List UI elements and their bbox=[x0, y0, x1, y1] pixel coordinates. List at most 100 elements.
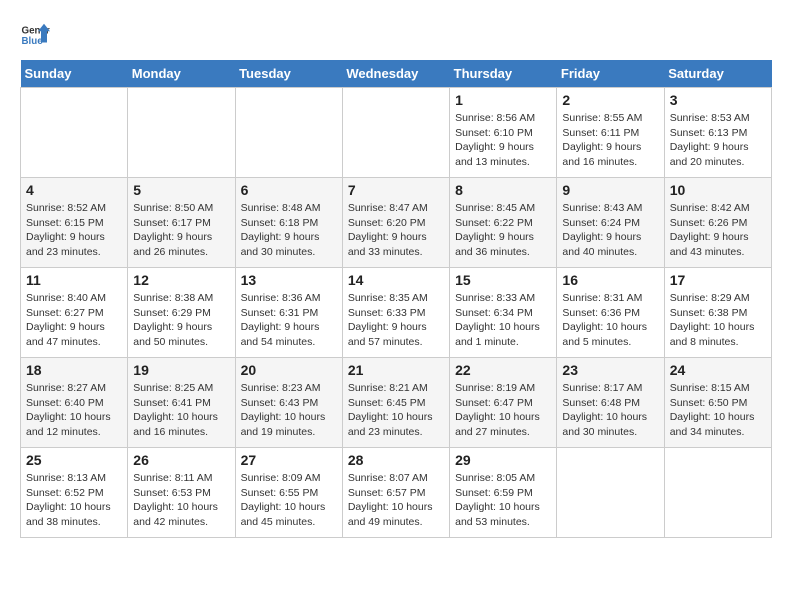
day-number: 5 bbox=[133, 182, 229, 198]
weekday-header-monday: Monday bbox=[128, 60, 235, 88]
calendar-cell bbox=[128, 88, 235, 178]
day-info: Sunrise: 8:25 AMSunset: 6:41 PMDaylight:… bbox=[133, 381, 229, 440]
week-row-5: 25 Sunrise: 8:13 AMSunset: 6:52 PMDayligh… bbox=[21, 448, 772, 538]
day-number: 12 bbox=[133, 272, 229, 288]
day-info: Sunrise: 8:35 AMSunset: 6:33 PMDaylight:… bbox=[348, 291, 444, 350]
calendar-cell: 23 Sunrise: 8:17 AMSunset: 6:48 PMDayligh… bbox=[557, 358, 664, 448]
day-info: Sunrise: 8:43 AMSunset: 6:24 PMDaylight:… bbox=[562, 201, 658, 260]
day-number: 15 bbox=[455, 272, 551, 288]
weekday-header-thursday: Thursday bbox=[450, 60, 557, 88]
day-number: 3 bbox=[670, 92, 766, 108]
day-number: 9 bbox=[562, 182, 658, 198]
day-info: Sunrise: 8:11 AMSunset: 6:53 PMDaylight:… bbox=[133, 471, 229, 530]
day-info: Sunrise: 8:21 AMSunset: 6:45 PMDaylight:… bbox=[348, 381, 444, 440]
day-number: 25 bbox=[26, 452, 122, 468]
day-number: 21 bbox=[348, 362, 444, 378]
day-number: 7 bbox=[348, 182, 444, 198]
weekday-header-saturday: Saturday bbox=[664, 60, 771, 88]
weekday-header-tuesday: Tuesday bbox=[235, 60, 342, 88]
calendar-cell: 18 Sunrise: 8:27 AMSunset: 6:40 PMDayligh… bbox=[21, 358, 128, 448]
day-number: 20 bbox=[241, 362, 337, 378]
day-info: Sunrise: 8:47 AMSunset: 6:20 PMDaylight:… bbox=[348, 201, 444, 260]
page-header: General Blue bbox=[20, 20, 772, 50]
calendar-cell: 19 Sunrise: 8:25 AMSunset: 6:41 PMDayligh… bbox=[128, 358, 235, 448]
day-number: 11 bbox=[26, 272, 122, 288]
week-row-4: 18 Sunrise: 8:27 AMSunset: 6:40 PMDayligh… bbox=[21, 358, 772, 448]
day-info: Sunrise: 8:52 AMSunset: 6:15 PMDaylight:… bbox=[26, 201, 122, 260]
day-number: 19 bbox=[133, 362, 229, 378]
svg-text:Blue: Blue bbox=[22, 36, 44, 47]
day-info: Sunrise: 8:23 AMSunset: 6:43 PMDaylight:… bbox=[241, 381, 337, 440]
day-info: Sunrise: 8:53 AMSunset: 6:13 PMDaylight:… bbox=[670, 111, 766, 170]
calendar-cell: 5Sunrise: 8:50 AMSunset: 6:17 PMDaylight… bbox=[128, 178, 235, 268]
day-info: Sunrise: 8:09 AMSunset: 6:55 PMDaylight:… bbox=[241, 471, 337, 530]
day-number: 23 bbox=[562, 362, 658, 378]
calendar-cell: 4 Sunrise: 8:52 AMSunset: 6:15 PMDaylight… bbox=[21, 178, 128, 268]
day-number: 10 bbox=[670, 182, 766, 198]
calendar-cell: 9 Sunrise: 8:43 AMSunset: 6:24 PMDaylight… bbox=[557, 178, 664, 268]
logo: General Blue bbox=[20, 20, 50, 50]
calendar-cell: 12 Sunrise: 8:38 AMSunset: 6:29 PMDayligh… bbox=[128, 268, 235, 358]
day-number: 29 bbox=[455, 452, 551, 468]
calendar-cell bbox=[342, 88, 449, 178]
day-number: 6 bbox=[241, 182, 337, 198]
day-info: Sunrise: 8:36 AMSunset: 6:31 PMDaylight:… bbox=[241, 291, 337, 350]
calendar-cell: 2Sunrise: 8:55 AMSunset: 6:11 PMDaylight… bbox=[557, 88, 664, 178]
calendar-cell: 10 Sunrise: 8:42 AMSunset: 6:26 PMDayligh… bbox=[664, 178, 771, 268]
day-info: Sunrise: 8:17 AMSunset: 6:48 PMDaylight:… bbox=[562, 381, 658, 440]
day-number: 27 bbox=[241, 452, 337, 468]
week-row-2: 4 Sunrise: 8:52 AMSunset: 6:15 PMDaylight… bbox=[21, 178, 772, 268]
calendar-cell: 20 Sunrise: 8:23 AMSunset: 6:43 PMDayligh… bbox=[235, 358, 342, 448]
calendar-cell: 15 Sunrise: 8:33 AMSunset: 6:34 PMDayligh… bbox=[450, 268, 557, 358]
day-info: Sunrise: 8:38 AMSunset: 6:29 PMDaylight:… bbox=[133, 291, 229, 350]
weekday-header-row: SundayMondayTuesdayWednesdayThursdayFrid… bbox=[21, 60, 772, 88]
day-info: Sunrise: 8:48 AMSunset: 6:18 PMDaylight:… bbox=[241, 201, 337, 260]
weekday-header-wednesday: Wednesday bbox=[342, 60, 449, 88]
day-number: 8 bbox=[455, 182, 551, 198]
calendar-cell: 8 Sunrise: 8:45 AMSunset: 6:22 PMDaylight… bbox=[450, 178, 557, 268]
day-info: Sunrise: 8:05 AMSunset: 6:59 PMDaylight:… bbox=[455, 471, 551, 530]
calendar-cell: 17 Sunrise: 8:29 AMSunset: 6:38 PMDayligh… bbox=[664, 268, 771, 358]
calendar-cell: 11 Sunrise: 8:40 AMSunset: 6:27 PMDayligh… bbox=[21, 268, 128, 358]
day-info: Sunrise: 8:31 AMSunset: 6:36 PMDaylight:… bbox=[562, 291, 658, 350]
calendar-cell: 22 Sunrise: 8:19 AMSunset: 6:47 PMDayligh… bbox=[450, 358, 557, 448]
calendar-cell bbox=[664, 448, 771, 538]
weekday-header-sunday: Sunday bbox=[21, 60, 128, 88]
day-info: Sunrise: 8:45 AMSunset: 6:22 PMDaylight:… bbox=[455, 201, 551, 260]
calendar-cell: 13 Sunrise: 8:36 AMSunset: 6:31 PMDayligh… bbox=[235, 268, 342, 358]
day-info: Sunrise: 8:55 AMSunset: 6:11 PMDaylight:… bbox=[562, 111, 658, 170]
day-number: 22 bbox=[455, 362, 551, 378]
calendar-cell: 7 Sunrise: 8:47 AMSunset: 6:20 PMDaylight… bbox=[342, 178, 449, 268]
week-row-3: 11 Sunrise: 8:40 AMSunset: 6:27 PMDayligh… bbox=[21, 268, 772, 358]
day-info: Sunrise: 8:29 AMSunset: 6:38 PMDaylight:… bbox=[670, 291, 766, 350]
day-info: Sunrise: 8:13 AMSunset: 6:52 PMDaylight:… bbox=[26, 471, 122, 530]
logo-icon: General Blue bbox=[20, 20, 50, 50]
week-row-1: 1Sunrise: 8:56 AMSunset: 6:10 PMDaylight… bbox=[21, 88, 772, 178]
day-number: 14 bbox=[348, 272, 444, 288]
day-number: 16 bbox=[562, 272, 658, 288]
day-number: 24 bbox=[670, 362, 766, 378]
day-info: Sunrise: 8:15 AMSunset: 6:50 PMDaylight:… bbox=[670, 381, 766, 440]
day-number: 13 bbox=[241, 272, 337, 288]
calendar-cell: 28Sunrise: 8:07 AMSunset: 6:57 PMDayligh… bbox=[342, 448, 449, 538]
calendar-cell: 25 Sunrise: 8:13 AMSunset: 6:52 PMDayligh… bbox=[21, 448, 128, 538]
calendar-cell: 21 Sunrise: 8:21 AMSunset: 6:45 PMDayligh… bbox=[342, 358, 449, 448]
calendar-cell: 29 Sunrise: 8:05 AMSunset: 6:59 PMDayligh… bbox=[450, 448, 557, 538]
day-info: Sunrise: 8:33 AMSunset: 6:34 PMDaylight:… bbox=[455, 291, 551, 350]
weekday-header-friday: Friday bbox=[557, 60, 664, 88]
day-number: 4 bbox=[26, 182, 122, 198]
calendar-cell bbox=[557, 448, 664, 538]
calendar-cell: 27 Sunrise: 8:09 AMSunset: 6:55 PMDayligh… bbox=[235, 448, 342, 538]
day-info: Sunrise: 8:40 AMSunset: 6:27 PMDaylight:… bbox=[26, 291, 122, 350]
calendar-cell: 16 Sunrise: 8:31 AMSunset: 6:36 PMDayligh… bbox=[557, 268, 664, 358]
day-info: Sunrise: 8:42 AMSunset: 6:26 PMDaylight:… bbox=[670, 201, 766, 260]
calendar-cell: 26Sunrise: 8:11 AMSunset: 6:53 PMDayligh… bbox=[128, 448, 235, 538]
calendar-cell: 14 Sunrise: 8:35 AMSunset: 6:33 PMDayligh… bbox=[342, 268, 449, 358]
day-info: Sunrise: 8:27 AMSunset: 6:40 PMDaylight:… bbox=[26, 381, 122, 440]
calendar-cell: 3 Sunrise: 8:53 AMSunset: 6:13 PMDaylight… bbox=[664, 88, 771, 178]
day-number: 18 bbox=[26, 362, 122, 378]
day-number: 17 bbox=[670, 272, 766, 288]
calendar-cell: 24 Sunrise: 8:15 AMSunset: 6:50 PMDayligh… bbox=[664, 358, 771, 448]
calendar-table: SundayMondayTuesdayWednesdayThursdayFrid… bbox=[20, 60, 772, 538]
day-info: Sunrise: 8:19 AMSunset: 6:47 PMDaylight:… bbox=[455, 381, 551, 440]
